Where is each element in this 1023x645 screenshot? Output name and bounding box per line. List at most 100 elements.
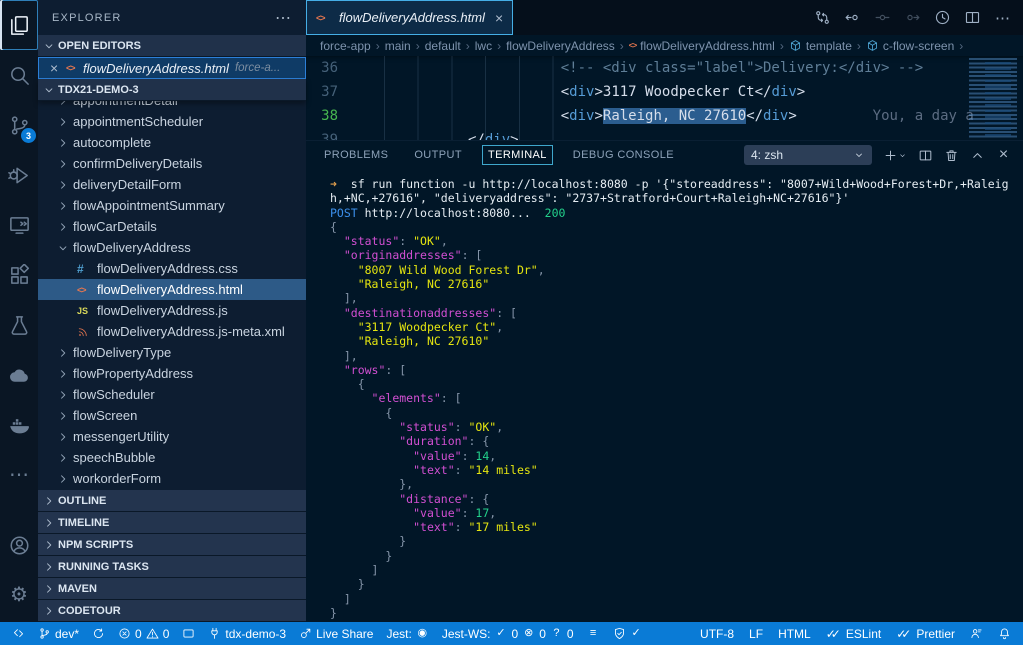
project-section-header[interactable]: TDX21-DEMO-3 xyxy=(38,79,306,101)
status-task-list[interactable]: ≡ xyxy=(587,627,600,640)
tab-close-icon[interactable]: × xyxy=(495,10,503,26)
explorer-more-actions[interactable]: ⋯ xyxy=(275,8,292,28)
activity-source-control[interactable]: 3 xyxy=(0,100,38,150)
run-debug-icon xyxy=(8,164,31,187)
section-timeline[interactable]: TIMELINE xyxy=(38,512,306,534)
tree-file-flowDeliveryAddress.html[interactable]: <>flowDeliveryAddress.html xyxy=(38,279,306,300)
activity-remote-explorer[interactable] xyxy=(0,200,38,250)
panel-tab-problems[interactable]: PROBLEMS xyxy=(318,145,394,165)
panel-tab-output[interactable]: OUTPUT xyxy=(408,145,468,165)
status-encoding[interactable]: UTF-8 xyxy=(700,627,734,641)
status-git-sync[interactable] xyxy=(92,627,105,640)
activity-salesforce[interactable] xyxy=(0,350,38,400)
timeline-button[interactable] xyxy=(934,9,951,26)
current-change-button[interactable] xyxy=(874,9,891,26)
tree-folder-appointmentDetail[interactable]: appointmentDetail xyxy=(38,101,306,111)
open-changes-button[interactable] xyxy=(814,9,831,26)
status-remote-indicator[interactable] xyxy=(12,627,25,640)
status-workspace-trust[interactable]: ✓ xyxy=(613,627,643,640)
panel-tab-debug-console[interactable]: DEBUG CONSOLE xyxy=(567,145,680,165)
activity-account[interactable] xyxy=(0,520,38,570)
tree-folder-flowAppointmentSummary[interactable]: flowAppointmentSummary xyxy=(38,195,306,216)
split-editor-button[interactable] xyxy=(964,9,981,26)
breadcrumb-item-force-app[interactable]: force-app xyxy=(320,39,371,53)
breadcrumb-item-main[interactable]: main xyxy=(385,39,411,53)
section-maven[interactable]: MAVEN xyxy=(38,578,306,600)
status-feedback[interactable] xyxy=(970,627,983,640)
status-eol[interactable]: LF xyxy=(749,627,763,641)
status-jest-ws[interactable]: Jest-WS:✓0⊗0?0 xyxy=(442,627,574,641)
section-outline[interactable]: OUTLINE xyxy=(38,490,306,512)
new-terminal-button[interactable] xyxy=(883,148,907,163)
status-git-branch[interactable]: dev* xyxy=(38,627,79,641)
status-problems[interactable]: 00 xyxy=(118,627,169,641)
close-icon[interactable]: × xyxy=(50,60,66,76)
close-panel-button[interactable]: × xyxy=(996,148,1011,163)
tree-item-label: flowDeliveryAddress.css xyxy=(97,261,238,276)
tree-folder-messengerUtility[interactable]: messengerUtility xyxy=(38,426,306,447)
breadcrumb-item-lwc[interactable]: lwc xyxy=(475,39,492,53)
section-codetour[interactable]: CODETOUR xyxy=(38,600,306,622)
panel-tab-terminal[interactable]: TERMINAL xyxy=(482,145,553,165)
tree-folder-flowCarDetails[interactable]: flowCarDetails xyxy=(38,216,306,237)
tree-folder-flowScreen[interactable]: flowScreen xyxy=(38,405,306,426)
tree-folder-flowDeliveryAddress[interactable]: flowDeliveryAddress xyxy=(38,237,306,258)
split-terminal-button[interactable] xyxy=(918,148,933,163)
tree-folder-workorderForm[interactable]: workorderForm xyxy=(38,468,306,489)
activity-extensions[interactable] xyxy=(0,250,38,300)
activity-more-views[interactable]: ⋯ xyxy=(0,450,38,500)
breadcrumb-item-flowDeliveryAddress[interactable]: flowDeliveryAddress xyxy=(506,39,615,53)
status-live-share[interactable]: Live Share xyxy=(299,627,373,641)
kill-terminal-button[interactable] xyxy=(944,148,959,163)
tree-file-flowDeliveryAddress.js-meta.xml[interactable]: flowDeliveryAddress.js-meta.xml xyxy=(38,321,306,342)
terminal-token: : { xyxy=(469,492,490,506)
tree-folder-flowScheduler[interactable]: flowScheduler xyxy=(38,384,306,405)
tree-folder-autocomplete[interactable]: autocomplete xyxy=(38,132,306,153)
breadcrumb-item-c-flow-screen[interactable]: c-flow-screen xyxy=(866,39,954,53)
status-text: UTF-8 xyxy=(700,627,734,641)
tree-folder-appointmentScheduler[interactable]: appointmentScheduler xyxy=(38,111,306,132)
tree-folder-speechBubble[interactable]: speechBubble xyxy=(38,447,306,468)
status-eslint[interactable]: ✓✓ESLint xyxy=(826,627,881,641)
activity-docker[interactable] xyxy=(0,400,38,450)
tree-file-flowDeliveryAddress.css[interactable]: #flowDeliveryAddress.css xyxy=(38,258,306,279)
breadcrumb-item-flowDeliveryAddress.html[interactable]: <>flowDeliveryAddress.html xyxy=(629,39,775,53)
activity-settings[interactable]: ⚙ xyxy=(0,570,38,620)
section-npm-scripts[interactable]: NPM SCRIPTS xyxy=(38,534,306,556)
status-language-mode[interactable]: HTML xyxy=(778,627,811,641)
code-editor[interactable]: 36 <!-- <div class="label">Delivery:</di… xyxy=(306,56,1023,140)
open-editor-item[interactable]: × <> flowDeliveryAddress.html force-a... xyxy=(38,57,306,79)
more-actions-button[interactable]: ⋯ xyxy=(994,9,1011,26)
activity-run-debug[interactable] xyxy=(0,150,38,200)
terminal-select[interactable]: 4: zsh xyxy=(744,145,872,165)
tree-folder-flowDeliveryType[interactable]: flowDeliveryType xyxy=(38,342,306,363)
warn-icon xyxy=(146,627,159,640)
previous-change-button[interactable] xyxy=(844,9,861,26)
status-default-org[interactable]: tdx-demo-3 xyxy=(208,627,286,641)
status-editor-layout[interactable] xyxy=(182,627,195,640)
status-notifications[interactable] xyxy=(998,627,1011,640)
activity-explorer[interactable] xyxy=(0,0,38,50)
breadcrumb-item-template[interactable]: template xyxy=(789,39,852,53)
maximize-panel-button[interactable] xyxy=(970,148,985,163)
terminal-output[interactable]: ➜ sf run function -u http://localhost:80… xyxy=(306,169,1023,622)
activity-search[interactable] xyxy=(0,50,38,100)
tree-folder-deliveryDetailForm[interactable]: deliveryDetailForm xyxy=(38,174,306,195)
breadcrumb-item-default[interactable]: default xyxy=(425,39,461,53)
new-terminal-icon xyxy=(883,148,898,163)
tab-flowdeliveryaddress-html[interactable]: <> flowDeliveryAddress.html × xyxy=(306,0,513,35)
explorer-icon xyxy=(8,14,31,37)
next-change-button[interactable] xyxy=(904,9,921,26)
section-running-tasks[interactable]: RUNNING TASKS xyxy=(38,556,306,578)
terminal-token: : { xyxy=(469,434,490,448)
minimap[interactable] xyxy=(969,58,1017,138)
code-token: </ xyxy=(350,132,485,140)
activity-testing[interactable] xyxy=(0,300,38,350)
tree-folder-flowPropertyAddress[interactable]: flowPropertyAddress xyxy=(38,363,306,384)
tree-folder-confirmDeliveryDetails[interactable]: confirmDeliveryDetails xyxy=(38,153,306,174)
tree-file-flowDeliveryAddress.js[interactable]: JSflowDeliveryAddress.js xyxy=(38,300,306,321)
open-editors-header[interactable]: OPEN EDITORS xyxy=(38,35,306,57)
status-jest[interactable]: Jest:◉ xyxy=(386,627,428,641)
search-icon xyxy=(8,64,31,87)
status-prettier[interactable]: ✓✓Prettier xyxy=(896,627,955,641)
